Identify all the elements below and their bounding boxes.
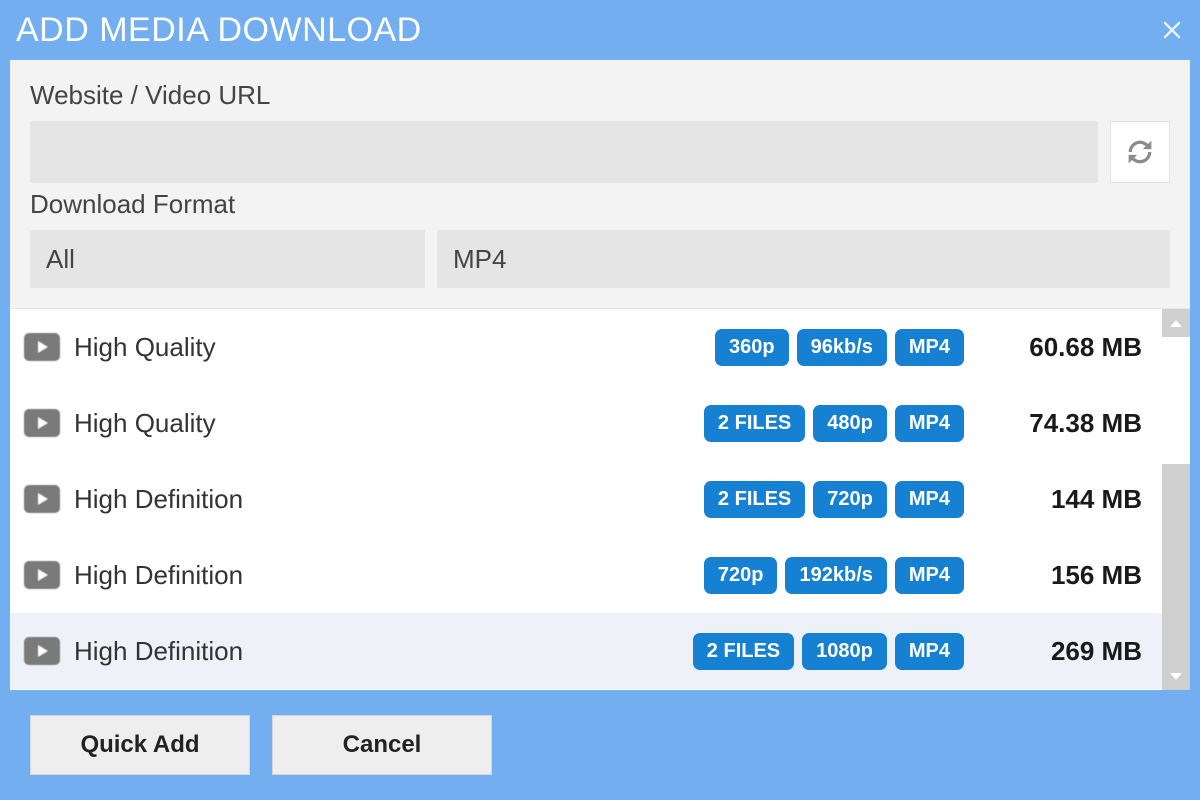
tag-group: 2 FILES1080pMP4 — [693, 633, 964, 670]
tag: MP4 — [895, 405, 964, 442]
format-list: High Quality360p96kb/sMP460.68 MBHigh Qu… — [10, 309, 1162, 690]
file-size: 74.38 MB — [1002, 408, 1142, 439]
tag-group: 2 FILES720pMP4 — [704, 481, 964, 518]
chevron-down-icon — [1170, 673, 1182, 680]
tag: 192kb/s — [785, 557, 886, 594]
tag: 2 FILES — [704, 405, 805, 442]
tag-group: 360p96kb/sMP4 — [715, 329, 964, 366]
video-icon — [24, 637, 60, 665]
file-size: 144 MB — [1002, 484, 1142, 515]
scroll-up-button[interactable] — [1162, 309, 1190, 337]
tag: MP4 — [895, 481, 964, 518]
dialog-title: ADD MEDIA DOWNLOAD — [16, 11, 422, 50]
url-label: Website / Video URL — [30, 80, 1170, 111]
tag-group: 720p192kb/sMP4 — [704, 557, 964, 594]
tag-group: 2 FILES480pMP4 — [704, 405, 964, 442]
tag: 720p — [704, 557, 778, 594]
list-item-name: High Quality — [74, 408, 216, 439]
close-button[interactable] — [1160, 18, 1184, 42]
tag: 720p — [813, 481, 887, 518]
video-icon — [24, 409, 60, 437]
scroll-thumb[interactable] — [1162, 464, 1190, 664]
format-container-select[interactable]: MP4 — [437, 230, 1170, 288]
tag: 1080p — [802, 633, 887, 670]
format-list-wrap: High Quality360p96kb/sMP460.68 MBHigh Qu… — [10, 308, 1190, 690]
format-type-select[interactable]: All — [30, 230, 425, 288]
refresh-icon — [1123, 135, 1157, 169]
url-input[interactable] — [30, 121, 1098, 183]
chevron-up-icon — [1170, 320, 1182, 327]
scroll-down-button[interactable] — [1162, 662, 1190, 690]
input-panel: Website / Video URL Download Format All … — [10, 60, 1190, 308]
list-item[interactable]: High Quality 360p96kb/sMP4 60.68 MB — [10, 309, 1162, 385]
list-item[interactable]: High Quality 2 FILES480pMP4 74.38 MB — [10, 385, 1162, 461]
tag: 2 FILES — [704, 481, 805, 518]
titlebar: ADD MEDIA DOWNLOAD — [0, 0, 1200, 60]
list-item[interactable]: High Definition 2 FILES720pMP4 144 MB — [10, 461, 1162, 537]
tag: 2 FILES — [693, 633, 794, 670]
list-item-name: High Definition — [74, 636, 243, 667]
tag: MP4 — [895, 329, 964, 366]
video-icon — [24, 485, 60, 513]
format-container-value: MP4 — [453, 244, 506, 275]
list-item-name: High Definition — [74, 560, 243, 591]
list-item[interactable]: High Definition 2 FILES1080pMP4 269 MB — [10, 613, 1162, 689]
file-size: 269 MB — [1002, 636, 1142, 667]
scrollbar[interactable] — [1162, 309, 1190, 690]
close-icon — [1160, 18, 1184, 42]
tag: 480p — [813, 405, 887, 442]
quick-add-button[interactable]: Quick Add — [30, 715, 250, 775]
format-label: Download Format — [30, 189, 1170, 220]
dialog-footer: Quick Add Cancel — [0, 690, 1200, 800]
format-type-value: All — [46, 244, 75, 275]
file-size: 156 MB — [1002, 560, 1142, 591]
video-icon — [24, 561, 60, 589]
list-item[interactable]: High Definition 720p192kb/sMP4 156 MB — [10, 537, 1162, 613]
list-item-name: High Definition — [74, 484, 243, 515]
list-item-name: High Quality — [74, 332, 216, 363]
video-icon — [24, 333, 60, 361]
add-media-dialog: ADD MEDIA DOWNLOAD Website / Video URL D… — [0, 0, 1200, 800]
tag: MP4 — [895, 557, 964, 594]
tag: 360p — [715, 329, 789, 366]
refresh-button[interactable] — [1110, 121, 1170, 183]
tag: MP4 — [895, 633, 964, 670]
tag: 96kb/s — [797, 329, 887, 366]
file-size: 60.68 MB — [1002, 332, 1142, 363]
cancel-button[interactable]: Cancel — [272, 715, 492, 775]
